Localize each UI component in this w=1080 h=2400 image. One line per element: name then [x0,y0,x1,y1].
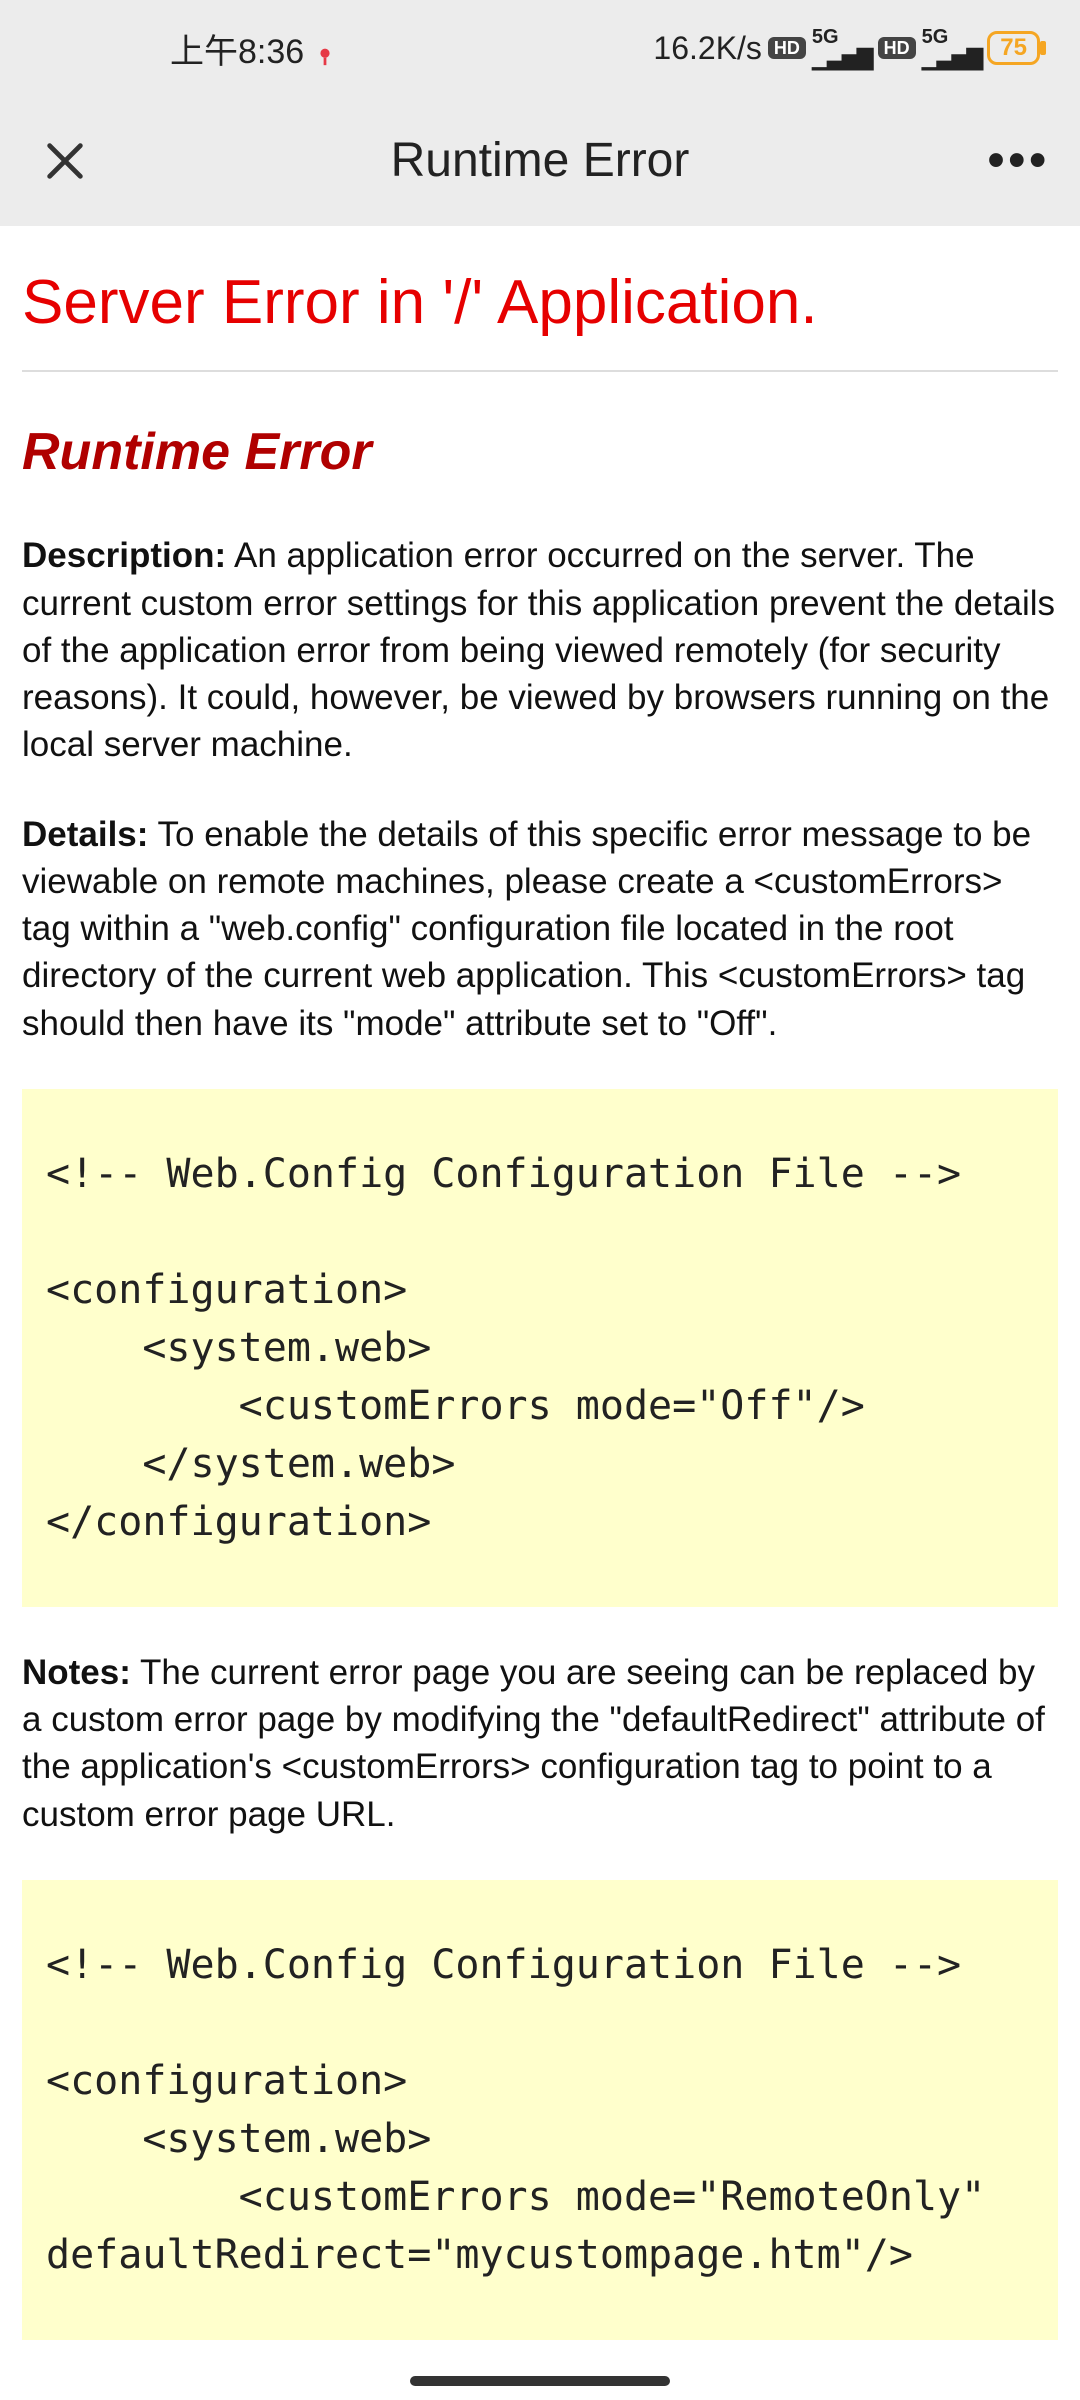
more-dots-icon: ••• [988,134,1050,187]
signal-1-icon: 5G ▁▃▅▇ [812,27,872,69]
close-icon [42,138,88,184]
page-title: Runtime Error [100,133,980,188]
title-bar: Runtime Error ••• [0,96,1080,226]
content-area[interactable]: Server Error in '/' Application. Runtime… [0,226,1080,2400]
details-label: Details: [22,815,148,854]
runtime-error-heading: Runtime Error [22,422,1058,482]
description-label: Description: [22,536,226,575]
close-button[interactable] [30,138,100,184]
status-left: 上午8:36 [170,24,336,73]
battery-icon: 75 [987,31,1040,65]
server-error-heading: Server Error in '/' Application. [22,266,1058,340]
hd-badge-2-icon: HD [878,37,916,59]
code-block-1: <!-- Web.Config Configuration File --> <… [22,1089,1058,1607]
notes-text: The current error page you are seeing ca… [22,1653,1045,1834]
hd-badge-1-icon: HD [768,37,806,59]
home-indicator[interactable] [410,2376,670,2386]
signal-2-icon: 5G ▁▃▅▇ [922,27,982,69]
location-pin-icon [314,37,336,59]
network-speed: 16.2K/s [653,30,762,67]
divider [22,370,1058,372]
more-button[interactable]: ••• [980,133,1050,188]
clock-text: 上午8:36 [170,24,304,73]
details-paragraph: Details: To enable the details of this s… [22,811,1058,1047]
code-block-2: <!-- Web.Config Configuration File --> <… [22,1880,1058,2340]
notes-label: Notes: [22,1653,131,1692]
status-right: 16.2K/s HD 5G ▁▃▅▇ HD 5G ▁▃▅▇ 75 [653,27,1040,69]
signal-2-label: 5G [922,27,949,47]
signal-1-label: 5G [812,27,839,47]
signal-bars-icon: ▁▃▅▇ [812,47,872,69]
details-text: To enable the details of this specific e… [22,815,1031,1043]
signal-bars-2-icon: ▁▃▅▇ [922,47,982,69]
notes-paragraph: Notes: The current error page you are se… [22,1649,1058,1838]
description-paragraph: Description: An application error occurr… [22,532,1058,768]
status-bar: 上午8:36 16.2K/s HD 5G ▁▃▅▇ HD 5G ▁▃▅▇ 75 [0,0,1080,96]
